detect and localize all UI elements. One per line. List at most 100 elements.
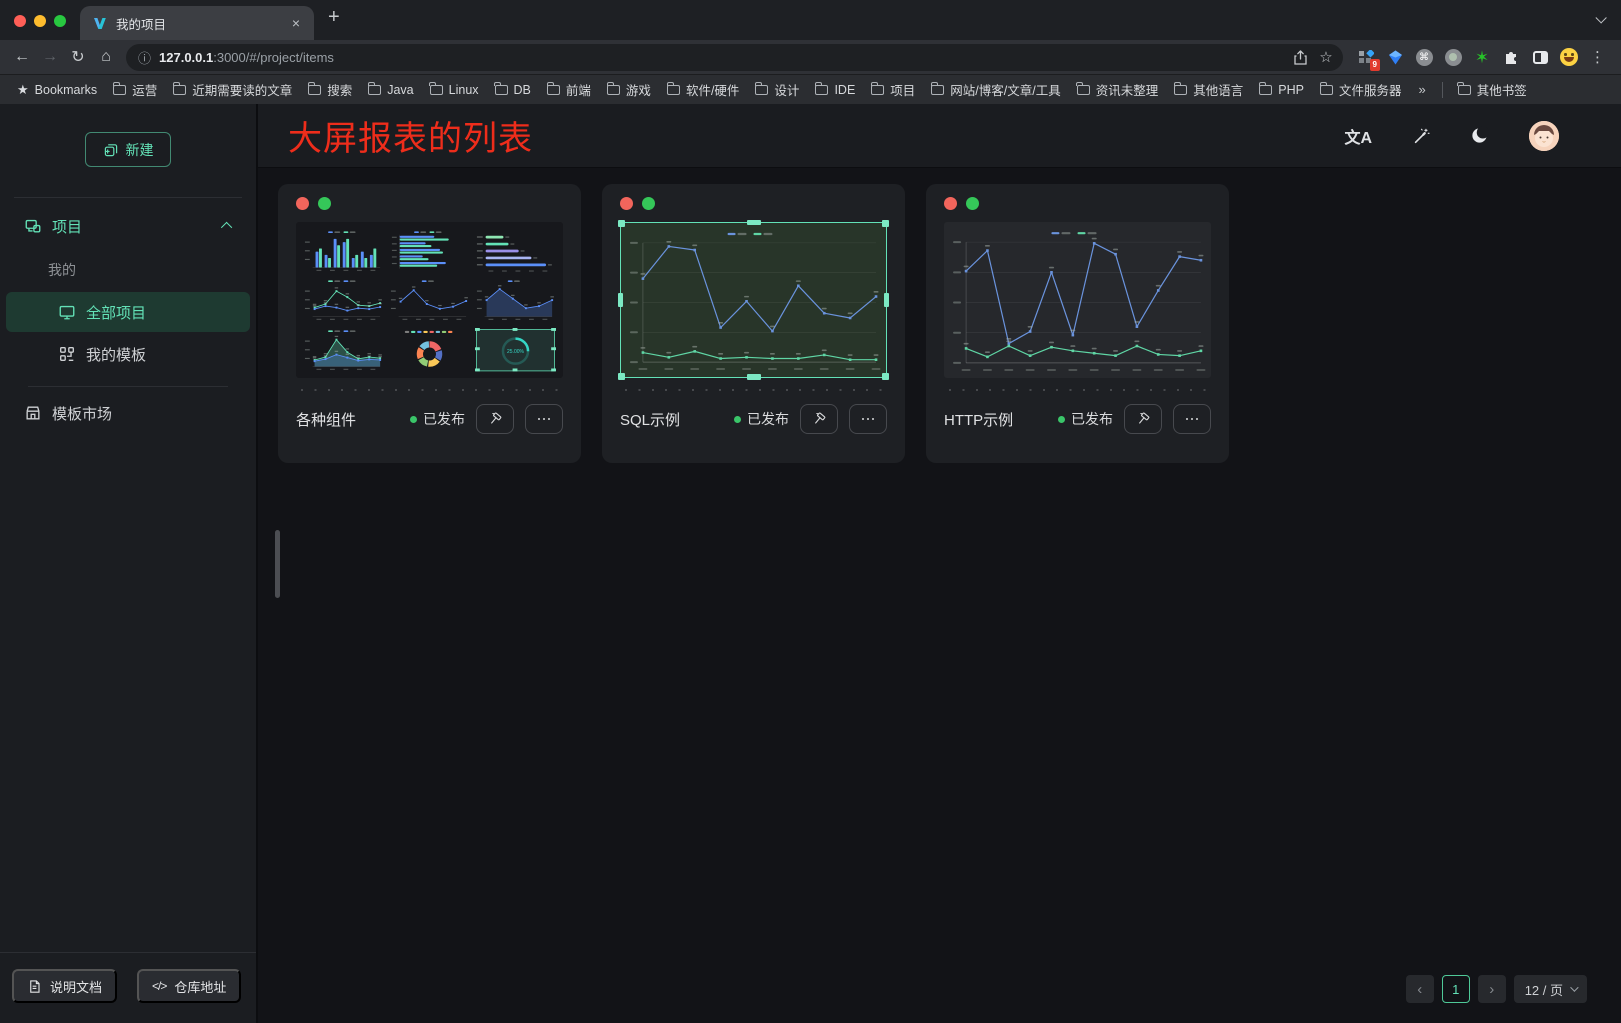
selection-handle[interactable]	[747, 374, 761, 380]
extension-grid-icon[interactable]: 9	[1355, 46, 1377, 68]
project-thumbnail-chart[interactable]: 25.00%	[296, 222, 563, 378]
sidebar-section-projects[interactable]: 项目	[14, 206, 242, 246]
language-icon[interactable]: 文A	[1344, 124, 1372, 148]
bookmark-label: 运营	[132, 80, 157, 99]
site-info-icon[interactable]: ⓘ	[138, 48, 151, 67]
bookmark-folder[interactable]: 资讯未整理	[1070, 77, 1166, 102]
sidebar-item-template-market[interactable]: 模板市场	[14, 393, 242, 433]
bookmark-folder[interactable]: Linux	[423, 80, 486, 100]
folder-icon	[667, 85, 680, 95]
selection-handle[interactable]	[747, 220, 761, 225]
magic-wand-icon[interactable]	[1412, 127, 1430, 145]
red-dot-icon	[296, 197, 309, 210]
bookmark-label: DB	[514, 83, 531, 97]
bookmark-folder[interactable]: Java	[361, 80, 420, 100]
project-thumbnail-chart[interactable]	[944, 222, 1211, 378]
url-text[interactable]: 127.0.0.1:3000/#/project/items	[159, 50, 1287, 65]
reload-button[interactable]: ↻	[64, 43, 92, 71]
selection-handle[interactable]	[882, 220, 889, 227]
close-window-button[interactable]	[14, 15, 26, 27]
bookmark-folder[interactable]: IDE	[808, 80, 862, 100]
prev-page-button[interactable]: ‹	[1406, 975, 1434, 1003]
extension-command-icon[interactable]: ⌘	[1413, 46, 1435, 68]
zoom-window-button[interactable]	[54, 15, 66, 27]
back-button[interactable]: ←	[8, 43, 36, 71]
project-card[interactable]: HTTP示例 已发布	[926, 184, 1229, 463]
bookmark-folder[interactable]: 游戏	[600, 77, 658, 102]
bookmark-folder[interactable]: 运营	[106, 77, 164, 102]
selection-handle[interactable]	[618, 220, 625, 227]
page-size-select[interactable]: 12 / 页	[1514, 975, 1587, 1003]
extension-gem-icon[interactable]	[1384, 46, 1406, 68]
extensions-puzzle-icon[interactable]	[1500, 46, 1522, 68]
next-page-button[interactable]: ›	[1478, 975, 1506, 1003]
bookmark-folder[interactable]: 搜索	[301, 77, 359, 102]
bookmark-folder[interactable]: 近期需要读的文章	[166, 77, 299, 102]
edit-project-button[interactable]	[1124, 404, 1162, 434]
mini-chart-area	[303, 328, 384, 372]
other-bookmarks[interactable]: 其他书签	[1451, 77, 1534, 102]
selection-handle[interactable]	[618, 293, 623, 307]
bookmark-label: 其他语言	[1193, 80, 1243, 99]
project-card[interactable]: 25.00% 各种组件 已发布	[278, 184, 581, 463]
scrollbar-thumb[interactable]	[275, 530, 280, 598]
sidebar-item-all-projects[interactable]: 全部项目	[6, 292, 250, 332]
bookmark-folder[interactable]: 前端	[540, 77, 598, 102]
svg-text:25.00%: 25.00%	[507, 349, 525, 355]
bookmark-folder[interactable]: 项目	[864, 77, 922, 102]
bookmarks-overflow-chevron[interactable]: »	[1410, 82, 1433, 97]
bookmark-label: 设计	[774, 80, 799, 99]
repo-button[interactable]: </> 仓库地址	[137, 969, 241, 1003]
new-project-button[interactable]: 新建	[85, 132, 171, 167]
profile-avatar-icon[interactable]	[1558, 46, 1580, 68]
selection-handle[interactable]	[618, 373, 625, 380]
chevron-up-icon[interactable]	[221, 222, 232, 233]
more-actions-button[interactable]	[849, 404, 887, 434]
more-actions-button[interactable]	[525, 404, 563, 434]
status-label: 已发布	[1071, 409, 1113, 429]
docs-button[interactable]: 说明文档	[12, 969, 117, 1003]
edit-project-button[interactable]	[476, 404, 514, 434]
side-panel-icon[interactable]	[1529, 46, 1551, 68]
code-icon: </>	[152, 979, 166, 993]
browser-menu-icon[interactable]: ⋮	[1586, 48, 1613, 66]
bookmark-folder[interactable]: DB	[488, 80, 538, 100]
new-tab-button[interactable]: +	[314, 6, 354, 35]
bookmark-folder[interactable]: 文件服务器	[1313, 77, 1409, 102]
bookmark-folder[interactable]: PHP	[1252, 80, 1311, 100]
tab-title: 我的项目	[116, 14, 280, 33]
tab-close-icon[interactable]: ×	[288, 15, 304, 31]
browser-tab-strip: 我的项目 × +	[0, 0, 1621, 40]
bookmark-star-icon[interactable]: ☆	[1313, 44, 1339, 70]
bookmark-label: Linux	[449, 83, 479, 97]
extension-dot-icon[interactable]	[1442, 46, 1464, 68]
sidebar-item-my-templates[interactable]: 我的模板	[6, 334, 250, 374]
bookmark-label: 资讯未整理	[1096, 80, 1159, 99]
bookmarks-root[interactable]: ★ Bookmarks	[10, 79, 104, 101]
minimize-window-button[interactable]	[34, 15, 46, 27]
tab-search-chevron-icon[interactable]	[1595, 12, 1606, 23]
selection-handle[interactable]	[882, 373, 889, 380]
red-dot-icon	[620, 197, 633, 210]
forward-button[interactable]: →	[36, 43, 64, 71]
bookmark-folder[interactable]: 设计	[748, 77, 806, 102]
bookmark-folder[interactable]: 软件/硬件	[660, 77, 746, 102]
browser-tab[interactable]: 我的项目 ×	[80, 6, 314, 40]
edit-project-button[interactable]	[800, 404, 838, 434]
user-avatar[interactable]	[1529, 121, 1559, 151]
share-icon[interactable]	[1287, 44, 1313, 70]
sidebar-group-mine: 我的	[14, 246, 242, 290]
project-card[interactable]: SQL示例 已发布	[602, 184, 905, 463]
selection-handle[interactable]	[884, 293, 889, 307]
bookmark-folder[interactable]: 网站/博客/文章/工具	[924, 77, 1067, 102]
project-thumbnail-chart[interactable]	[620, 222, 887, 378]
extension-green-star-icon[interactable]: ✶	[1471, 46, 1493, 68]
more-actions-button[interactable]	[1173, 404, 1211, 434]
mini-chart-bar	[303, 229, 384, 273]
current-page-button[interactable]: 1	[1442, 975, 1470, 1003]
address-bar[interactable]: ⓘ 127.0.0.1:3000/#/project/items ☆	[126, 44, 1343, 71]
dark-mode-moon-icon[interactable]	[1470, 126, 1489, 145]
macos-traffic-lights[interactable]	[0, 15, 80, 40]
home-button[interactable]: ⌂	[92, 43, 120, 71]
bookmark-folder[interactable]: 其他语言	[1167, 77, 1250, 102]
